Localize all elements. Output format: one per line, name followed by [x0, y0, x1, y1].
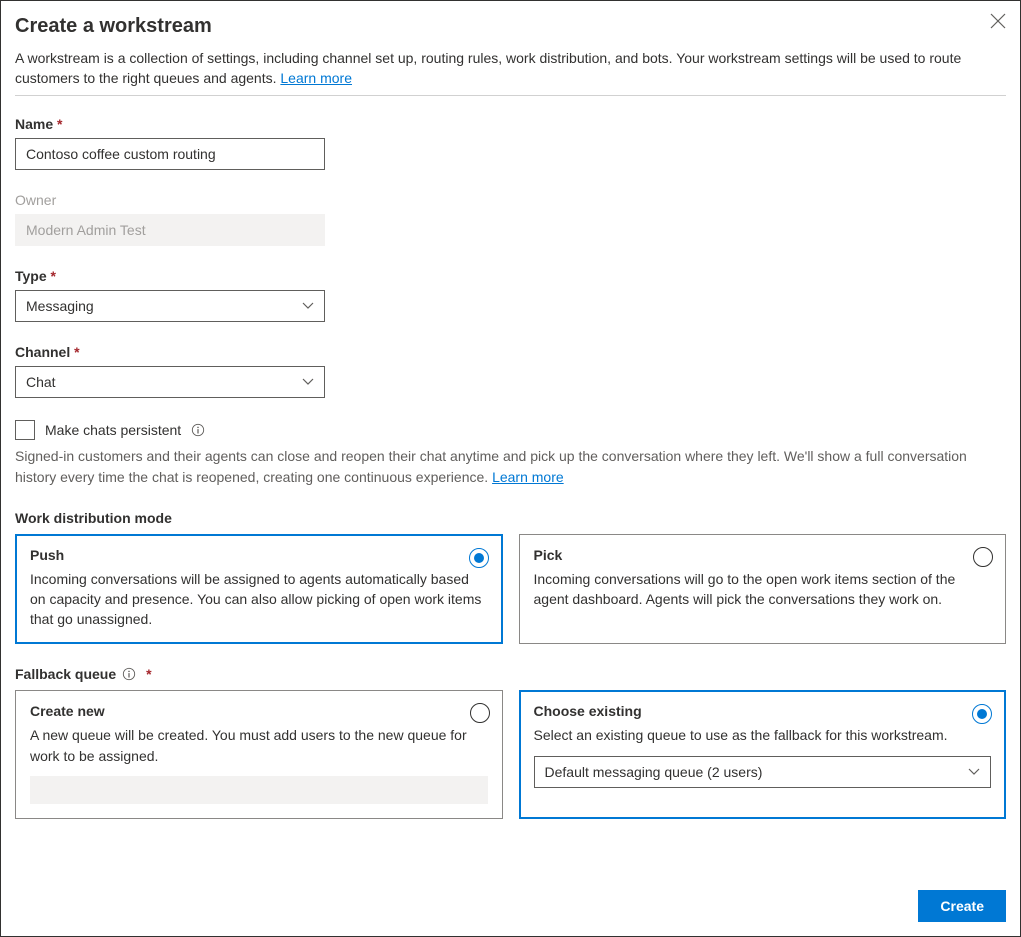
- form-body: Name * Owner Type * Messaging Channel: [15, 116, 1006, 841]
- persistent-learn-more-link[interactable]: Learn more: [492, 469, 564, 485]
- create-title: Create new: [30, 703, 488, 719]
- distribution-pick-card[interactable]: Pick Incoming conversations will go to t…: [519, 534, 1007, 645]
- name-label-text: Name: [15, 116, 53, 132]
- chevron-down-icon: [968, 766, 980, 778]
- dialog-description: A workstream is a collection of settings…: [15, 48, 1006, 96]
- create-button[interactable]: Create: [918, 890, 1006, 922]
- description-text: A workstream is a collection of settings…: [15, 50, 961, 86]
- info-icon[interactable]: [191, 423, 205, 437]
- channel-value: Chat: [26, 374, 56, 390]
- existing-desc: Select an existing queue to use as the f…: [534, 725, 992, 745]
- type-dropdown[interactable]: Messaging: [15, 290, 325, 322]
- required-marker: *: [57, 116, 62, 132]
- pick-title: Pick: [534, 547, 992, 563]
- create-workstream-dialog: Create a workstream A workstream is a co…: [0, 0, 1021, 937]
- dialog-footer: Create: [15, 890, 1006, 922]
- type-label-text: Type: [15, 268, 47, 284]
- pick-desc: Incoming conversations will go to the op…: [534, 569, 992, 610]
- chevron-down-icon: [302, 300, 314, 312]
- existing-queue-dropdown[interactable]: Default messaging queue (2 users): [534, 756, 992, 788]
- persistent-helper: Signed-in customers and their agents can…: [15, 446, 1006, 488]
- required-marker: *: [146, 666, 151, 682]
- name-input[interactable]: [15, 138, 325, 170]
- required-marker: *: [51, 268, 56, 284]
- existing-title: Choose existing: [534, 703, 992, 719]
- owner-label: Owner: [15, 192, 1006, 208]
- field-owner: Owner: [15, 192, 1006, 246]
- create-radio[interactable]: [470, 703, 490, 723]
- dialog-title: Create a workstream: [15, 15, 212, 38]
- pick-radio[interactable]: [973, 547, 993, 567]
- distribution-push-card[interactable]: Push Incoming conversations will be assi…: [15, 534, 503, 645]
- create-desc: A new queue will be created. You must ad…: [30, 725, 488, 766]
- distribution-label: Work distribution mode: [15, 510, 1006, 526]
- persistent-row: Make chats persistent: [15, 420, 1006, 440]
- push-radio[interactable]: [469, 548, 489, 568]
- channel-label: Channel *: [15, 344, 1006, 360]
- distribution-cards: Push Incoming conversations will be assi…: [15, 534, 1006, 645]
- chevron-down-icon: [302, 376, 314, 388]
- field-persistent: Make chats persistent Signed-in customer…: [15, 420, 1006, 488]
- field-channel: Channel * Chat: [15, 344, 1006, 398]
- push-desc: Incoming conversations will be assigned …: [30, 569, 488, 630]
- type-label: Type *: [15, 268, 1006, 284]
- learn-more-link[interactable]: Learn more: [280, 70, 352, 86]
- fallback-label: Fallback queue *: [15, 666, 1006, 682]
- fallback-label-text: Fallback queue: [15, 666, 116, 682]
- persistent-helper-text: Signed-in customers and their agents can…: [15, 448, 967, 485]
- fallback-create-card[interactable]: Create new A new queue will be created. …: [15, 690, 503, 819]
- required-marker: *: [74, 344, 79, 360]
- dialog-header: Create a workstream: [15, 11, 1006, 48]
- existing-radio[interactable]: [972, 704, 992, 724]
- fallback-existing-card[interactable]: Choose existing Select an existing queue…: [519, 690, 1007, 819]
- push-title: Push: [30, 547, 488, 563]
- name-label: Name *: [15, 116, 1006, 132]
- fallback-cards: Create new A new queue will be created. …: [15, 690, 1006, 819]
- channel-label-text: Channel: [15, 344, 70, 360]
- persistent-checkbox[interactable]: [15, 420, 35, 440]
- owner-input: [15, 214, 325, 246]
- close-icon[interactable]: [990, 13, 1006, 29]
- field-name: Name *: [15, 116, 1006, 170]
- channel-dropdown[interactable]: Chat: [15, 366, 325, 398]
- create-queue-name-input-disabled: [30, 776, 488, 804]
- type-value: Messaging: [26, 298, 94, 314]
- field-distribution: Work distribution mode Push Incoming con…: [15, 510, 1006, 645]
- persistent-label: Make chats persistent: [45, 422, 181, 438]
- field-fallback: Fallback queue * Create new A new queue …: [15, 666, 1006, 819]
- existing-queue-value: Default messaging queue (2 users): [545, 764, 763, 780]
- field-type: Type * Messaging: [15, 268, 1006, 322]
- info-icon[interactable]: [122, 667, 136, 681]
